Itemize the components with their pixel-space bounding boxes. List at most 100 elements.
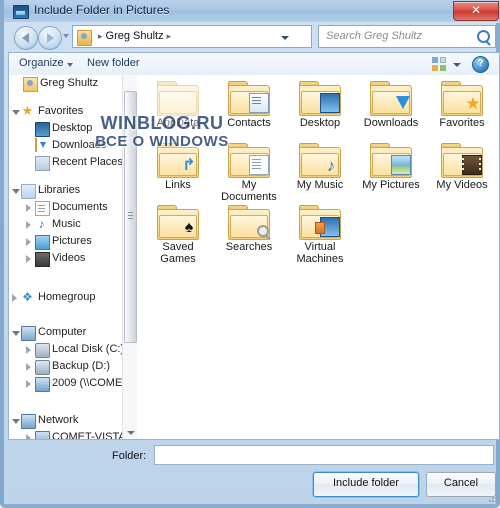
chevron-down-icon[interactable] xyxy=(281,36,289,40)
tree-item-computer[interactable]: Computer xyxy=(9,324,136,341)
tree-item-label: Favorites xyxy=(38,105,84,117)
hard-disk-icon xyxy=(35,343,50,358)
breadcrumb-bar[interactable]: ▸ Greg Shultz ▸ xyxy=(72,25,312,48)
folder-item[interactable]: Downloads xyxy=(356,81,426,129)
folder-item[interactable]: Virtual Machines xyxy=(285,205,355,265)
expander-closed-icon[interactable] xyxy=(26,221,31,229)
tree-item-label: Backup (D:) xyxy=(52,360,111,372)
tree-item-label: Music xyxy=(52,218,81,230)
user-folder-icon xyxy=(23,77,38,92)
chess-piece-icon: ♠ xyxy=(184,219,194,236)
folder-item[interactable]: My Videos xyxy=(427,143,497,191)
organize-button[interactable]: Organize xyxy=(19,57,64,69)
breadcrumb[interactable]: ▸ Greg Shultz ▸ xyxy=(95,30,174,42)
chevron-down-icon[interactable] xyxy=(453,63,461,67)
tree-item-2009-comet[interactable]: 2009 (\\COMET-\ xyxy=(9,375,136,392)
new-folder-button[interactable]: New folder xyxy=(87,57,140,69)
resize-grip-icon[interactable] xyxy=(488,493,498,503)
chevron-down-icon[interactable] xyxy=(67,63,73,67)
forward-button[interactable] xyxy=(38,26,62,50)
recent-places-icon xyxy=(35,156,50,171)
folder-item[interactable]: ♠ Saved Games xyxy=(143,205,213,265)
file-list-view[interactable]: AppData Contacts Desktop Downloads ★ Favorite… xyxy=(137,75,499,439)
folder-icon xyxy=(441,143,483,178)
breadcrumb-separator-left: ▸ xyxy=(98,31,103,41)
shortcut-arrow-icon: ↱ xyxy=(182,157,196,174)
include-folder-button[interactable]: Include folder xyxy=(313,472,419,497)
navigation-scrollbar[interactable] xyxy=(122,75,137,439)
folder-item[interactable]: AppData xyxy=(143,81,213,129)
cancel-button[interactable]: Cancel xyxy=(426,472,496,497)
navigation-pane[interactable]: Greg Shultz ★ Favorites Desktop Downloads Rec… xyxy=(9,75,137,439)
scrollbar-thumb[interactable] xyxy=(124,91,137,343)
tree-item-label: Network xyxy=(38,414,79,426)
chevron-down-icon[interactable] xyxy=(63,34,69,38)
tree-item-downloads[interactable]: Downloads xyxy=(9,137,136,154)
folder-item[interactable]: ♪ My Music xyxy=(285,143,355,191)
scroll-down-arrow-icon[interactable] xyxy=(127,431,135,435)
expander-closed-icon[interactable] xyxy=(26,204,31,212)
forward-arrow-icon xyxy=(47,33,54,43)
tree-item-pictures[interactable]: Pictures xyxy=(9,233,136,250)
folder-icon xyxy=(299,81,341,116)
tree-item-network[interactable]: Network xyxy=(9,412,136,429)
expander-closed-icon[interactable] xyxy=(26,380,31,388)
folder-label: Favorites xyxy=(439,117,485,129)
folder-label: Virtual Machines xyxy=(296,241,344,265)
expander-closed-icon[interactable] xyxy=(12,294,17,302)
expander-open-icon[interactable] xyxy=(12,331,20,336)
tree-item-recent-places[interactable]: Recent Places xyxy=(9,154,136,171)
tree-item-favorites[interactable]: ★ Favorites xyxy=(9,103,136,120)
contact-card-icon xyxy=(249,93,269,113)
tree-item-label: Greg Shultz xyxy=(40,77,99,89)
tree-item-local-disk-c[interactable]: Local Disk (C:) xyxy=(9,341,136,358)
monitor-icon xyxy=(320,93,340,113)
folder-item[interactable]: Searches xyxy=(214,205,284,253)
music-library-icon: ♪ xyxy=(38,217,45,231)
folder-input[interactable] xyxy=(154,445,494,465)
tree-item-label: Local Disk (C:) xyxy=(52,343,125,355)
folder-item[interactable]: Desktop xyxy=(285,81,355,129)
window-title: Include Folder in Pictures xyxy=(34,3,170,17)
back-button[interactable] xyxy=(14,26,38,50)
close-button[interactable]: ✕ xyxy=(453,1,499,21)
folder-item[interactable]: ★ Favorites xyxy=(427,81,497,129)
folder-item[interactable]: Contacts xyxy=(214,81,284,129)
folder-item[interactable]: ↱ Links xyxy=(143,143,213,191)
expander-closed-icon[interactable] xyxy=(26,238,31,246)
view-layout-icon[interactable] xyxy=(432,57,447,71)
folder-item[interactable]: My Pictures xyxy=(356,143,426,191)
tree-item-documents[interactable]: Documents xyxy=(9,199,136,216)
help-icon[interactable]: ? xyxy=(472,56,489,73)
tree-item-label: Recent Places xyxy=(52,156,123,168)
tree-item-desktop[interactable]: Desktop xyxy=(9,120,136,137)
network-drive-icon xyxy=(35,377,50,392)
computer-icon xyxy=(21,326,36,341)
tree-item-libraries[interactable]: Libraries xyxy=(9,182,136,199)
folder-label: My Music xyxy=(296,179,344,191)
tree-item-backup-d[interactable]: Backup (D:) xyxy=(9,358,136,375)
expander-closed-icon[interactable] xyxy=(26,363,31,371)
libraries-icon xyxy=(21,184,36,199)
dialog-client-area: Organize New folder ? Greg Shultz ★ Favori… xyxy=(8,52,500,440)
file-dialog-window: Include Folder in Pictures ✕ ▸ Greg Shult… xyxy=(0,0,500,508)
tree-item-homegroup[interactable]: ❖ Homegroup xyxy=(9,289,136,306)
download-arrow-icon xyxy=(393,95,411,113)
tree-item-comet-vista[interactable]: COMET-VISTA xyxy=(9,429,136,439)
back-arrow-icon xyxy=(22,33,29,43)
expander-closed-icon[interactable] xyxy=(26,255,31,263)
tree-item-music[interactable]: ♪ Music xyxy=(9,216,136,233)
tree-item-videos[interactable]: Videos xyxy=(9,250,136,267)
expander-open-icon[interactable] xyxy=(12,189,20,194)
expander-open-icon[interactable] xyxy=(12,419,20,424)
folder-item[interactable]: My Documents xyxy=(214,143,284,203)
expander-closed-icon[interactable] xyxy=(26,346,31,354)
expander-open-icon[interactable] xyxy=(12,110,20,115)
film-strip-icon xyxy=(462,155,482,175)
expander-closed-icon[interactable] xyxy=(26,434,31,439)
breadcrumb-label[interactable]: Greg Shultz xyxy=(106,30,164,42)
search-input[interactable]: Search Greg Shultz xyxy=(318,25,496,48)
folder-label: AppData xyxy=(156,117,200,129)
star-icon: ★ xyxy=(465,94,481,113)
tree-item-greg-shultz[interactable]: Greg Shultz xyxy=(9,75,136,92)
